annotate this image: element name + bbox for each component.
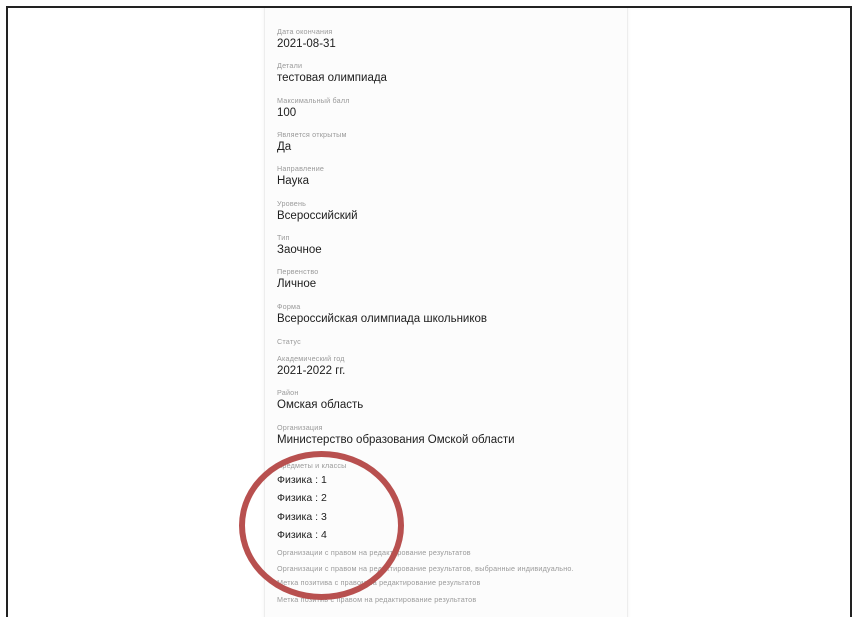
field-orgs-edit-rights: Организации с правом на редактирование р… xyxy=(277,548,471,557)
subject-item: Физика : 2 xyxy=(277,492,327,504)
field-form: Форма Всероссийская олимпиада школьников xyxy=(277,302,488,325)
field-type: Тип Заочное xyxy=(277,233,322,256)
field-subjects-label: Предметы и классы xyxy=(277,461,347,470)
field-direction: Направление Наука xyxy=(277,164,325,187)
field-positive-tag-2: Метка позитив с правом на редактирование… xyxy=(277,595,477,604)
field-organization: Организация Министерство образования Омс… xyxy=(277,423,515,446)
subject-item: Физика : 3 xyxy=(277,511,327,523)
screen-frame: 2021-08-20 Дата окончания 2021-08-31 Дет… xyxy=(6,6,852,617)
field-academic-year: Академический год 2021-2022 гг. xyxy=(277,354,346,377)
subject-item: Физика : 1 xyxy=(277,474,327,486)
field-positive-tag: Метка позитива с правом на редактировани… xyxy=(277,578,481,587)
field-end-date: Дата окончания 2021-08-31 xyxy=(277,27,336,50)
field-championship: Первенство Личное xyxy=(277,267,319,290)
details-panel: 2021-08-20 Дата окончания 2021-08-31 Дет… xyxy=(264,8,628,617)
field-orgs-individual: Организации с правом на редактирование р… xyxy=(277,564,574,573)
start-date-value: 2021-08-20 xyxy=(277,8,336,11)
field-details: Детали тестовая олимпиада xyxy=(277,61,387,84)
subject-item: Физика : 4 xyxy=(277,529,327,541)
field-status: Статус xyxy=(277,337,301,346)
field-level: Уровень Всероссийский xyxy=(277,199,358,222)
field-district: Район Омская область xyxy=(277,388,364,411)
field-is-open: Является открытым Да xyxy=(277,130,347,153)
field-max-score: Максимальный балл 100 xyxy=(277,96,350,119)
